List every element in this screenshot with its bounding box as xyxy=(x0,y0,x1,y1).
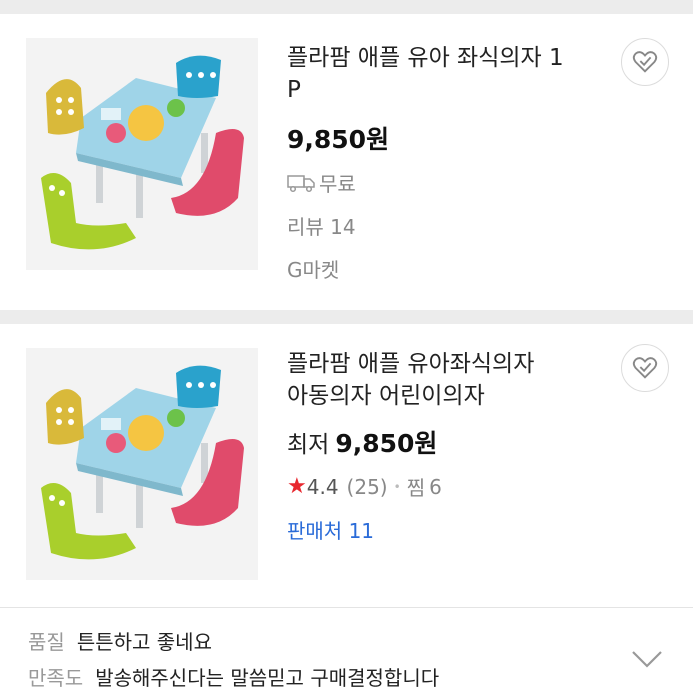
review-label: 리뷰 xyxy=(287,215,324,239)
review-keyword-text: 튼튼하고 좋네요 xyxy=(76,630,212,654)
wish-count: 6 xyxy=(429,474,442,499)
product-card-2[interactable]: 플라팜 애플 유아좌식의자 아동의자 어린이의자 최저 9,850원 ★ 4.4 … xyxy=(0,324,693,693)
kids-table-chairs-image xyxy=(26,38,258,270)
product-info-1: 플라팜 애플 유아 좌식의자 1 P 9,850원 무료 리뷰 14 G마켓 xyxy=(287,42,613,283)
price-currency: 원 xyxy=(414,429,438,458)
price-prefix: 최저 xyxy=(287,432,330,458)
review-keyword-row: 품질 튼튼하고 좋네요 xyxy=(28,628,212,656)
price-currency: 원 xyxy=(366,125,390,154)
wishlist-button-1[interactable] xyxy=(621,38,669,86)
top-gap xyxy=(0,0,693,14)
chevron-down-icon xyxy=(632,651,662,668)
shipping-label: 무료 xyxy=(319,172,356,196)
review-count: 14 xyxy=(330,215,356,239)
divider xyxy=(0,607,693,608)
product-price-1: 9,850원 xyxy=(287,120,613,156)
rating-count: (25) xyxy=(346,474,388,499)
product-price-2: 최저 9,850원 xyxy=(287,424,613,460)
product-title-1-line1: 플라팜 애플 유아 좌식의자 1 xyxy=(287,45,564,71)
wish-label: 찜 xyxy=(406,476,426,500)
separator-dot: • xyxy=(393,479,401,494)
heart-check-icon xyxy=(632,357,658,379)
review-info-1[interactable]: 리뷰 14 xyxy=(287,211,613,240)
heart-check-icon xyxy=(632,51,658,73)
store-count-link[interactable]: 판매처 11 xyxy=(287,515,613,544)
price-value: 9,850 xyxy=(335,429,415,458)
product-title-1-line2: P xyxy=(287,77,301,103)
stores-count: 11 xyxy=(348,519,375,543)
product-title-1[interactable]: 플라팜 애플 유아 좌식의자 1 P xyxy=(287,42,613,106)
seller-name[interactable]: G마켓 xyxy=(287,254,613,283)
product-image-2[interactable] xyxy=(26,348,258,580)
card-gap xyxy=(0,310,693,324)
review-keyword-row: 만족도 발송해주신다는 말씀믿고 구매결정합니다 xyxy=(28,664,439,692)
product-title-2-line2: 아동의자 어린이의자 xyxy=(287,383,485,409)
product-title-2-line1: 플라팜 애플 유아좌식의자 xyxy=(287,351,535,377)
review-keyword-text: 발송해주신다는 말씀믿고 구매결정합니다 xyxy=(95,666,440,690)
product-info-2: 플라팜 애플 유아좌식의자 아동의자 어린이의자 최저 9,850원 ★ 4.4 … xyxy=(287,348,613,544)
kids-table-chairs-image xyxy=(26,348,258,580)
rating-value: 4.4 xyxy=(306,474,339,499)
stores-label: 판매처 xyxy=(287,519,343,543)
expand-reviews-button[interactable] xyxy=(629,644,665,672)
rating-row[interactable]: ★ 4.4 (25) • 찜 6 xyxy=(287,472,613,501)
star-icon: ★ xyxy=(287,473,307,499)
review-keyword-label: 품질 xyxy=(28,630,65,654)
price-value: 9,850 xyxy=(287,125,367,154)
wishlist-button-2[interactable] xyxy=(621,344,669,392)
product-title-2[interactable]: 플라팜 애플 유아좌식의자 아동의자 어린이의자 xyxy=(287,348,613,412)
product-card-1[interactable]: 플라팜 애플 유아 좌식의자 1 P 9,850원 무료 리뷰 14 G마켓 xyxy=(0,14,693,310)
truck-icon xyxy=(287,173,315,193)
product-image-1[interactable] xyxy=(26,38,258,270)
review-keyword-label: 만족도 xyxy=(28,666,84,690)
shipping-info: 무료 xyxy=(287,168,613,197)
